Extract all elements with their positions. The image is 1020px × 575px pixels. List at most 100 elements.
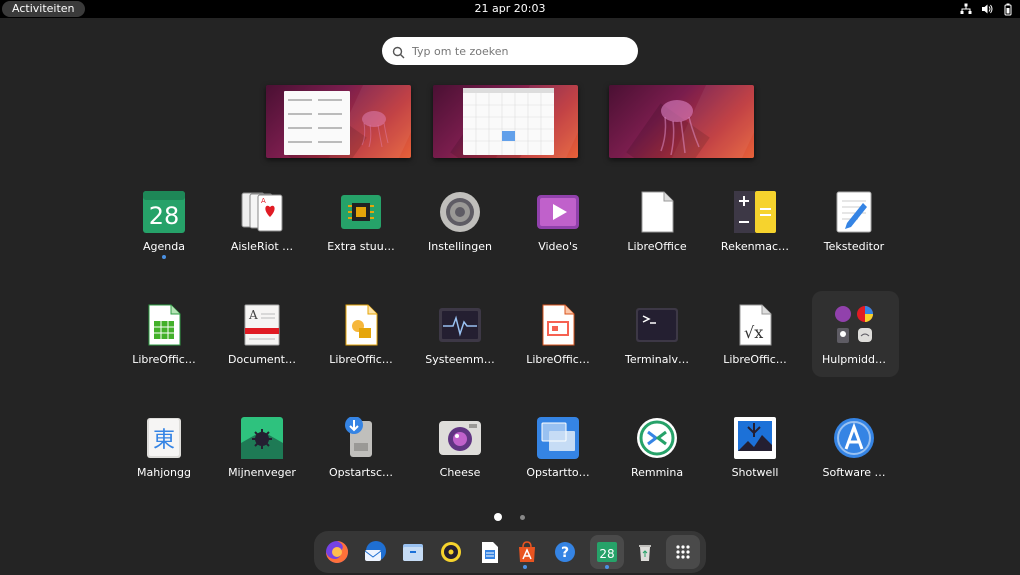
dock-trash[interactable] bbox=[630, 537, 660, 567]
thunderbird-icon bbox=[364, 541, 386, 561]
app-libreoffice-math[interactable]: √x LibreOffic… bbox=[710, 304, 800, 394]
app-label: Video's bbox=[538, 240, 578, 253]
dock-rhythmbox[interactable] bbox=[436, 537, 466, 567]
app-label: Hulpmidd… bbox=[821, 353, 887, 366]
svg-text:28: 28 bbox=[149, 202, 180, 230]
app-rekenmachine[interactable]: Rekenmac… bbox=[710, 191, 800, 281]
workspace-2-thumbnail[interactable] bbox=[433, 85, 578, 158]
calc-icon bbox=[148, 304, 181, 346]
calculator-icon bbox=[734, 191, 776, 233]
app-label: Rekenmac… bbox=[720, 240, 790, 253]
calendar-icon: 28 bbox=[597, 542, 617, 562]
app-label: Software … bbox=[822, 466, 886, 479]
usb-creator-icon bbox=[345, 417, 372, 457]
dock-calendar[interactable]: 28 bbox=[590, 535, 624, 569]
workspace-1-thumbnail[interactable] bbox=[266, 85, 411, 158]
app-label: Shotwell bbox=[731, 466, 779, 479]
svg-text:√x: √x bbox=[744, 323, 763, 342]
settings-icon bbox=[440, 192, 480, 232]
app-label: Mahjongg bbox=[137, 466, 191, 479]
page-indicator-active[interactable] bbox=[494, 513, 502, 521]
window-thumbnail[interactable] bbox=[463, 88, 554, 155]
svg-text:28: 28 bbox=[599, 547, 614, 561]
dock-help[interactable]: ? bbox=[550, 537, 580, 567]
app-cheese[interactable]: Cheese bbox=[415, 417, 505, 507]
dock-writer[interactable] bbox=[474, 537, 504, 567]
cards-icon: A bbox=[241, 192, 283, 232]
terminal-icon bbox=[636, 308, 678, 342]
trash-icon bbox=[639, 545, 651, 561]
clock[interactable]: 21 apr 20:03 bbox=[0, 0, 1020, 18]
app-shotwell[interactable]: Shotwell bbox=[710, 417, 800, 507]
app-label: Teksteditor bbox=[823, 240, 885, 253]
svg-text:?: ? bbox=[561, 545, 569, 561]
shotwell-icon bbox=[734, 417, 776, 459]
app-agenda[interactable]: 28 Agenda bbox=[119, 191, 209, 281]
app-label: LibreOffice bbox=[627, 240, 687, 253]
app-label: Systeemm… bbox=[425, 353, 495, 366]
app-opstarttoepassingen[interactable]: Opstartto… bbox=[513, 417, 603, 507]
app-systeemmonitor[interactable]: Systeemm… bbox=[415, 304, 505, 394]
running-indicator bbox=[162, 255, 166, 259]
battery-icon[interactable] bbox=[1002, 3, 1014, 16]
rhythmbox-icon bbox=[441, 542, 461, 562]
chip-icon bbox=[341, 195, 381, 229]
app-software-updater[interactable]: Software … bbox=[809, 417, 899, 507]
svg-text:A: A bbox=[261, 197, 266, 205]
dock-files[interactable] bbox=[398, 537, 428, 567]
system-tray[interactable] bbox=[960, 1, 1014, 17]
show-apps-icon bbox=[676, 545, 690, 559]
app-libreoffice-calc[interactable]: LibreOffic… bbox=[119, 304, 209, 394]
draw-icon bbox=[345, 304, 378, 346]
app-label: AisleRiot … bbox=[230, 240, 294, 253]
running-indicator bbox=[605, 565, 609, 569]
app-extra-stuurprogrammas[interactable]: Extra stuu… bbox=[316, 191, 406, 281]
firefox-icon bbox=[326, 541, 348, 563]
app-label: LibreOffic… bbox=[132, 353, 196, 366]
app-mahjongg[interactable]: 東 Mahjongg bbox=[119, 417, 209, 507]
software-icon bbox=[834, 418, 874, 458]
app-label: LibreOffic… bbox=[723, 353, 787, 366]
app-teksteditor[interactable]: Teksteditor bbox=[809, 191, 899, 281]
search-box[interactable] bbox=[382, 37, 638, 65]
network-icon[interactable] bbox=[960, 3, 972, 15]
app-terminal[interactable]: Terminalv… bbox=[612, 304, 702, 394]
app-label: LibreOffic… bbox=[526, 353, 590, 366]
app-remmina[interactable]: Remmina bbox=[612, 417, 702, 507]
app-label: Mijnenveger bbox=[228, 466, 296, 479]
calendar-icon: 28 bbox=[143, 191, 185, 233]
search-input[interactable] bbox=[412, 42, 627, 60]
app-aisleriot[interactable]: A AisleRiot … bbox=[217, 191, 307, 281]
libreoffice-icon bbox=[641, 191, 674, 233]
workspace-3-thumbnail[interactable] bbox=[609, 85, 754, 158]
startup-apps-icon bbox=[537, 417, 579, 459]
folder-hulpmiddelen[interactable]: Hulpmidd… bbox=[809, 304, 899, 394]
running-indicator bbox=[523, 565, 527, 569]
app-libreoffice-impress[interactable]: LibreOffic… bbox=[513, 304, 603, 394]
app-documentviewer[interactable]: A Document… bbox=[217, 304, 307, 394]
app-libreoffice[interactable]: LibreOffice bbox=[612, 191, 702, 281]
app-label: Remmina bbox=[630, 466, 684, 479]
app-opstartschijfmaker[interactable]: Opstartsc… bbox=[316, 417, 406, 507]
svg-text:東: 東 bbox=[153, 428, 175, 453]
jellyfish-icon bbox=[660, 100, 700, 155]
impress-icon bbox=[542, 304, 575, 346]
app-instellingen[interactable]: Instellingen bbox=[415, 191, 505, 281]
app-libreoffice-draw[interactable]: LibreOffic… bbox=[316, 304, 406, 394]
app-videos[interactable]: Video's bbox=[513, 191, 603, 281]
volume-icon[interactable] bbox=[981, 3, 993, 15]
dock-firefox[interactable] bbox=[322, 537, 352, 567]
app-mijnenveger[interactable]: Mijnenveger bbox=[217, 417, 307, 507]
dock-thunderbird[interactable] bbox=[360, 537, 390, 567]
app-label: Cheese bbox=[439, 466, 481, 479]
window-thumbnail[interactable] bbox=[284, 91, 350, 155]
calendar-grid bbox=[463, 93, 554, 155]
mahjongg-icon: 東 bbox=[147, 418, 181, 458]
app-label: LibreOffic… bbox=[329, 353, 393, 366]
show-apps-button[interactable] bbox=[666, 535, 700, 569]
mines-icon bbox=[241, 417, 283, 459]
document-viewer-icon: A bbox=[244, 304, 280, 346]
app-label: Terminalv… bbox=[625, 353, 689, 366]
dock-software-store[interactable] bbox=[512, 537, 542, 567]
page-indicator[interactable] bbox=[520, 515, 525, 520]
